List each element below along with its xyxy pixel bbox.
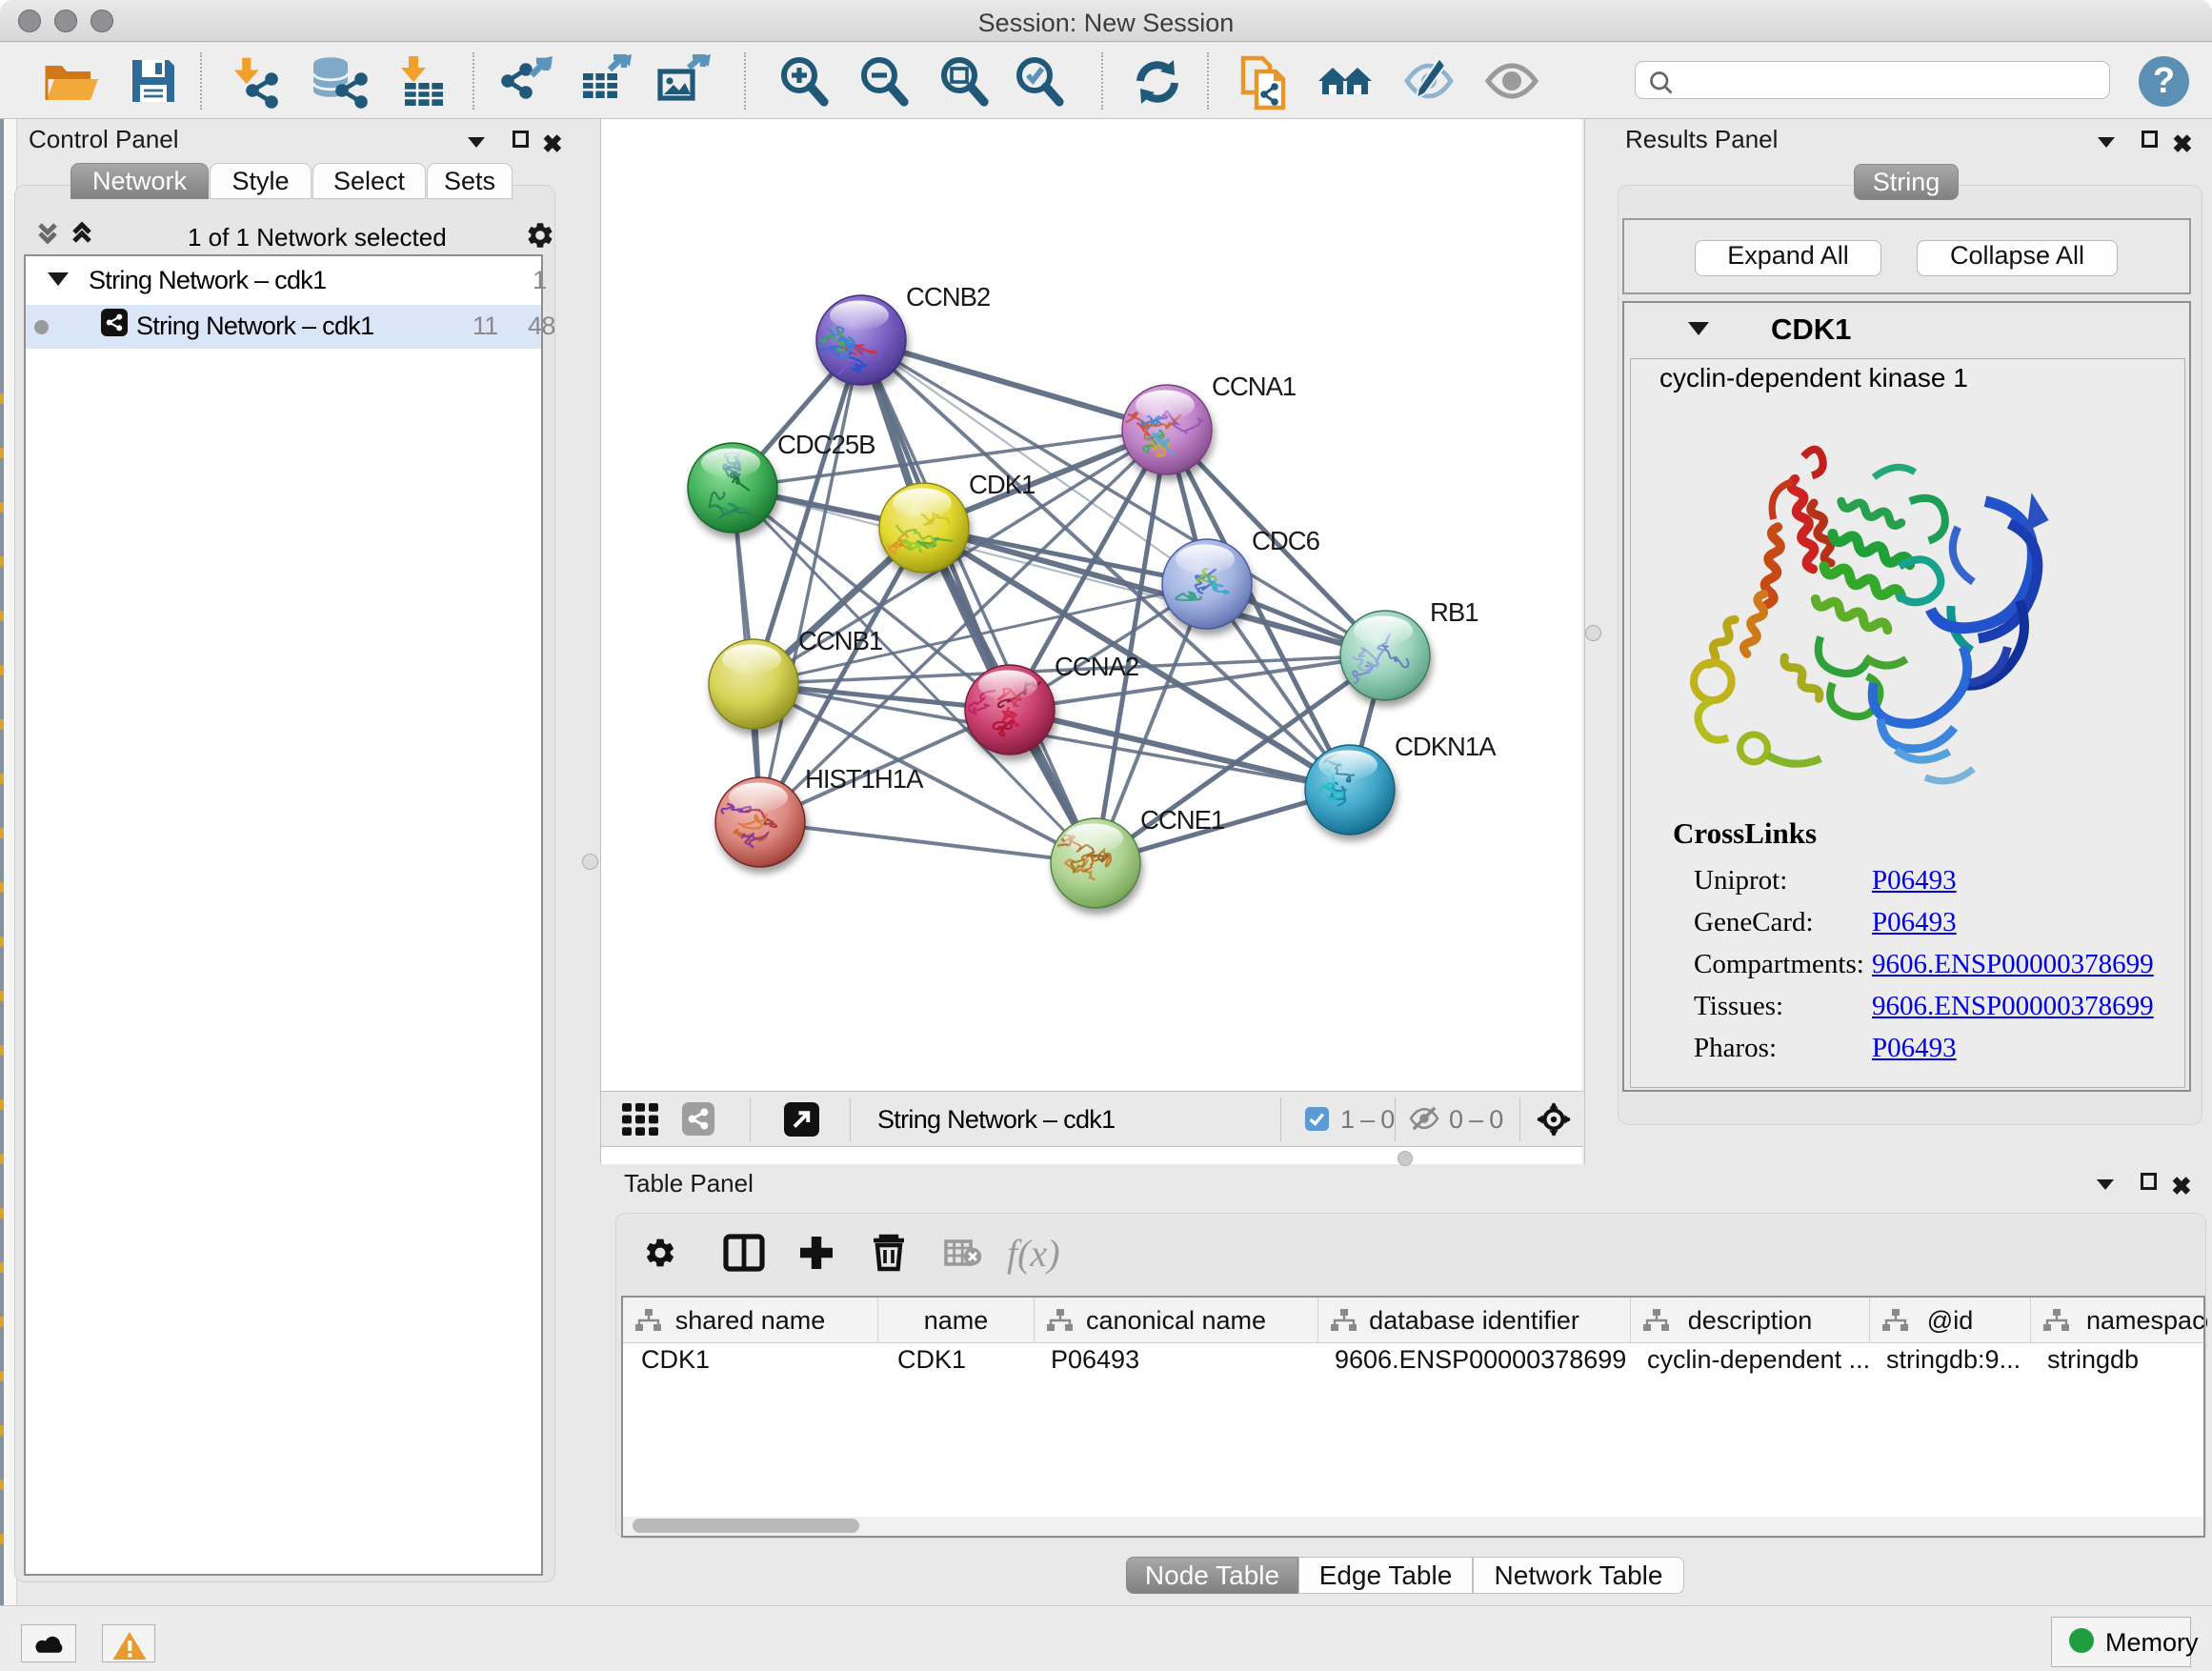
svg-text:CCNE1: CCNE1 [1140, 805, 1224, 835]
svg-text:CCNB2: CCNB2 [906, 282, 990, 312]
svg-text:CDK1: CDK1 [969, 470, 1035, 499]
svg-text:CCNB1: CCNB1 [798, 626, 882, 655]
svg-text:CDC6: CDC6 [1252, 526, 1320, 555]
svg-text:HIST1H1A: HIST1H1A [805, 764, 924, 794]
svg-text:CDC25B: CDC25B [777, 430, 875, 459]
svg-text:CCNA1: CCNA1 [1212, 372, 1296, 401]
svg-text:CDKN1A: CDKN1A [1395, 732, 1497, 761]
svg-text:CCNA2: CCNA2 [1055, 652, 1138, 681]
svg-text:RB1: RB1 [1430, 597, 1478, 627]
